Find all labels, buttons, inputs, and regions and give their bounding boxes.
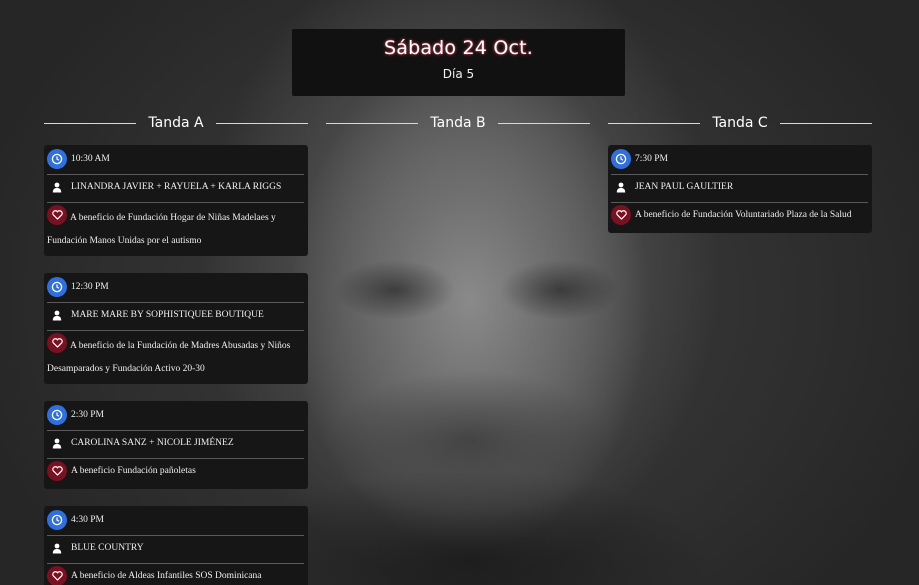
heart-icon: [47, 566, 67, 585]
event-benefit: A beneficio Fundación pañoletas: [71, 466, 196, 476]
user-icon: [47, 305, 67, 325]
event-benefit: A beneficio de la Fundación de Madres Ab…: [47, 341, 291, 374]
column-tanda-a: Tanda A 10:30 AM LINANDRA JAVIER + RAYUE…: [44, 113, 308, 585]
clock-icon: [47, 149, 67, 169]
page-title: Sábado 24 Oct.: [383, 37, 534, 59]
event-card[interactable]: 4:30 PM BLUE COUNTRY A beneficio de Alde…: [44, 506, 308, 585]
column-label: Tanda B: [430, 115, 486, 131]
event-designer: BLUE COUNTRY: [71, 543, 144, 553]
column-heading: Tanda B: [326, 113, 590, 133]
heart-icon: [47, 205, 67, 225]
event-time: 12:30 PM: [71, 282, 109, 292]
event-designer-row: CAROLINA SANZ + NICOLE JIMÉNEZ: [47, 431, 304, 459]
column-heading: Tanda A: [44, 113, 308, 133]
event-card[interactable]: 10:30 AM LINANDRA JAVIER + RAYUELA + KAR…: [44, 145, 308, 256]
event-designer-row: LINANDRA JAVIER + RAYUELA + KARLA RIGGS: [47, 175, 304, 203]
divider: [44, 122, 137, 124]
event-designer: CAROLINA SANZ + NICOLE JIMÉNEZ: [71, 438, 234, 448]
event-benefit-row: A beneficio de Aldeas Infantiles SOS Dom…: [47, 564, 304, 585]
divider: [497, 122, 590, 124]
event-time-row: 7:30 PM: [611, 147, 868, 175]
event-benefit: A beneficio de Fundación Hogar de Niñas …: [47, 213, 276, 246]
user-icon: [47, 538, 67, 558]
heart-icon: [47, 333, 67, 353]
event-time: 4:30 PM: [71, 515, 104, 525]
event-benefit-row: A beneficio Fundación pañoletas: [47, 459, 304, 487]
clock-icon: [611, 149, 631, 169]
event-card[interactable]: 7:30 PM JEAN PAUL GAULTIER A beneficio d…: [608, 145, 872, 233]
event-designer: LINANDRA JAVIER + RAYUELA + KARLA RIGGS: [71, 182, 282, 192]
event-designer-row: BLUE COUNTRY: [47, 536, 304, 564]
event-designer: JEAN PAUL GAULTIER: [635, 182, 734, 192]
clock-icon: [47, 510, 67, 530]
event-time-row: 12:30 PM: [47, 275, 304, 303]
event-benefit-row: A beneficio de Fundación Hogar de Niñas …: [47, 203, 304, 254]
heart-icon: [611, 205, 631, 225]
event-time: 7:30 PM: [635, 154, 668, 164]
column-heading: Tanda C: [608, 113, 873, 133]
event-time: 10:30 AM: [71, 154, 110, 164]
column-label: Tanda C: [712, 115, 768, 131]
event-card[interactable]: 2:30 PM CAROLINA SANZ + NICOLE JIMÉNEZ A…: [44, 401, 308, 489]
clock-icon: [47, 277, 67, 297]
event-time-row: 10:30 AM: [47, 147, 304, 175]
event-designer: MARE MARE BY SOPHISTIQUEE BOUTIQUE: [71, 310, 264, 320]
divider: [779, 122, 873, 124]
column-tanda-c: Tanda C 7:30 PM JEAN PAUL GAULTIER A ben…: [608, 113, 873, 250]
event-time-row: 2:30 PM: [47, 403, 304, 431]
heart-icon: [47, 461, 67, 481]
column-label: Tanda A: [148, 115, 204, 131]
divider: [215, 122, 308, 124]
event-benefit-row: A beneficio de Fundación Voluntariado Pl…: [611, 203, 868, 231]
day-number: Día 5: [442, 67, 475, 81]
user-icon: [47, 433, 67, 453]
day-header: Sábado 24 Oct. Día 5: [292, 29, 625, 96]
event-benefit: A beneficio de Fundación Voluntariado Pl…: [635, 210, 852, 220]
user-icon: [47, 177, 67, 197]
event-benefit: A beneficio de Aldeas Infantiles SOS Dom…: [71, 571, 262, 581]
user-icon: [611, 177, 631, 197]
divider: [326, 122, 419, 124]
clock-icon: [47, 405, 67, 425]
column-tanda-b: Tanda B: [326, 113, 590, 133]
event-designer-row: JEAN PAUL GAULTIER: [611, 175, 868, 203]
divider: [608, 122, 701, 124]
event-time: 2:30 PM: [71, 410, 104, 420]
event-designer-row: MARE MARE BY SOPHISTIQUEE BOUTIQUE: [47, 303, 304, 331]
event-card[interactable]: 12:30 PM MARE MARE BY SOPHISTIQUEE BOUTI…: [44, 273, 308, 384]
event-benefit-row: A beneficio de la Fundación de Madres Ab…: [47, 331, 304, 382]
event-time-row: 4:30 PM: [47, 508, 304, 536]
